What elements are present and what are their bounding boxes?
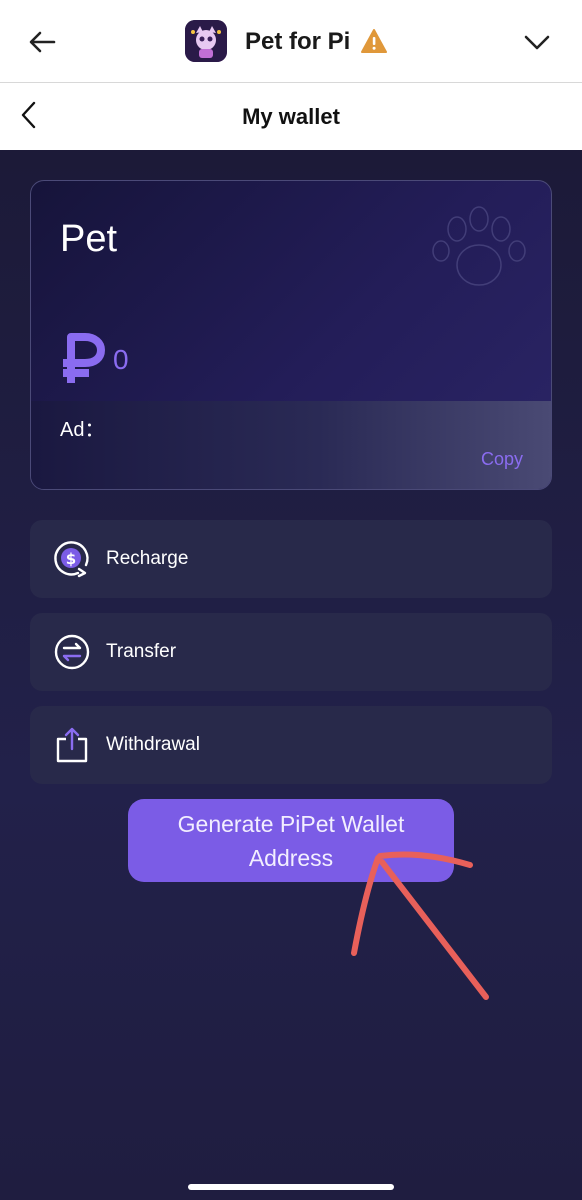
app-title: Pet for Pi	[245, 28, 351, 55]
svg-text:$: $	[66, 550, 76, 568]
wallet-card: Pet 0 Ad： Copy	[30, 180, 552, 490]
transfer-button[interactable]: Transfer	[30, 613, 552, 691]
generate-wallet-address-button[interactable]: Generate PiPet Wallet Address	[128, 799, 454, 882]
warning-icon[interactable]	[360, 28, 388, 54]
arrow-left-icon[interactable]	[26, 26, 58, 58]
transfer-label: Transfer	[106, 641, 177, 662]
app-logo-icon	[185, 20, 227, 62]
withdrawal-icon	[52, 725, 92, 765]
transfer-icon	[52, 632, 92, 672]
recharge-button[interactable]: $ Recharge	[30, 520, 552, 598]
page-title: My wallet	[242, 104, 340, 129]
withdrawal-button[interactable]: Withdrawal	[30, 706, 552, 784]
withdrawal-label: Withdrawal	[106, 734, 200, 755]
card-address-strip	[31, 401, 551, 489]
page-nav-bar: My wallet	[0, 83, 582, 150]
recharge-label: Recharge	[106, 548, 189, 569]
address-label: Ad：	[60, 419, 105, 441]
recharge-dollar-icon: $	[52, 539, 92, 579]
chevron-down-icon[interactable]	[522, 28, 552, 56]
copy-address-button[interactable]: Copy	[481, 447, 523, 471]
paw-icon	[431, 201, 527, 301]
wallet-name: Pet	[60, 218, 118, 260]
wallet-balance: 0	[113, 344, 129, 375]
home-indicator	[188, 1184, 394, 1190]
ruble-icon	[59, 331, 107, 387]
app-top-bar: Pet for Pi	[0, 0, 582, 83]
